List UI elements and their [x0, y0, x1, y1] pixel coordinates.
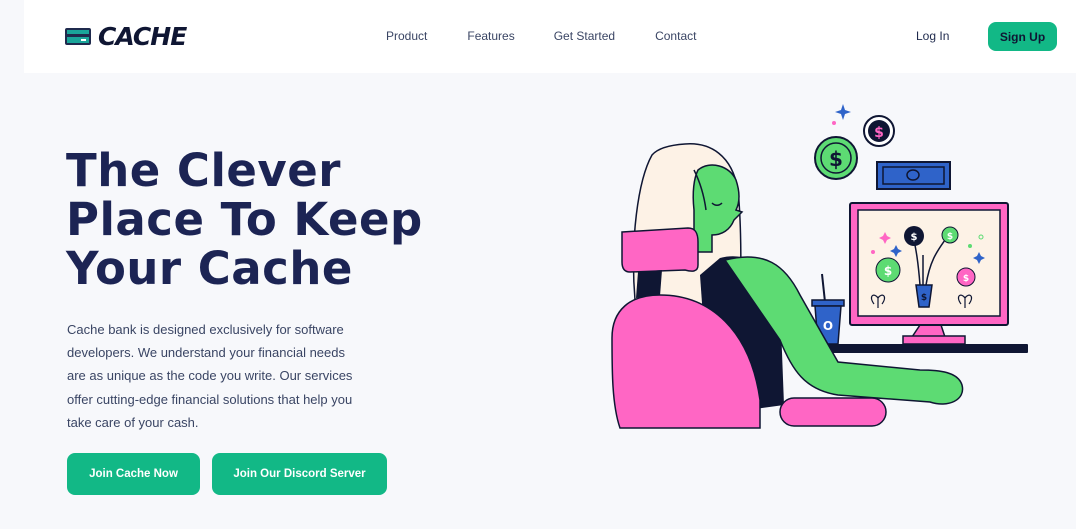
hero-description: Cache bank is designed exclusively for s… [67, 322, 353, 430]
nav-link-features[interactable]: Features [467, 29, 514, 43]
svg-text:$: $ [884, 264, 892, 278]
brand-name: CACHE [98, 22, 187, 51]
black-coin-icon: $ [863, 115, 895, 147]
svg-text:$: $ [874, 125, 884, 141]
svg-text:$: $ [947, 232, 953, 242]
navbar: CACHE Product Features Get Started Conta… [24, 0, 1076, 73]
nav-link-contact[interactable]: Contact [655, 29, 696, 43]
nav-links: Product Features Get Started Contact [386, 29, 736, 43]
signup-button[interactable]: Sign Up [988, 22, 1057, 51]
hero-illustration: $ $ O $ $ $ $ $ [611, 104, 1028, 429]
svg-text:$: $ [911, 232, 918, 243]
nav-link-product[interactable]: Product [386, 29, 427, 43]
join-discord-button[interactable]: Join Our Discord Server [212, 453, 387, 495]
sparkle-icon [832, 104, 851, 125]
svg-text:$: $ [829, 147, 843, 171]
svg-text:O: O [823, 319, 833, 333]
svg-text:$: $ [921, 293, 927, 303]
brand-logo[interactable]: CACHE [65, 22, 187, 51]
desk [815, 344, 1028, 353]
monitor: $ $ $ $ $ [849, 202, 1009, 345]
banknote-icon [876, 161, 951, 190]
hero-title: The Clever Place To Keep Your Cache [66, 146, 446, 293]
green-coin-icon: $ [814, 136, 858, 180]
login-link[interactable]: Log In [916, 29, 949, 43]
hero-title-line: Place To Keep [66, 193, 423, 246]
hero-title-line: Your Cache [66, 242, 353, 295]
hero-title-line: The Clever [66, 144, 341, 197]
svg-text:$: $ [963, 274, 969, 284]
nav-link-get-started[interactable]: Get Started [554, 29, 615, 43]
join-cache-button[interactable]: Join Cache Now [67, 453, 200, 495]
credit-card-icon [65, 28, 91, 45]
